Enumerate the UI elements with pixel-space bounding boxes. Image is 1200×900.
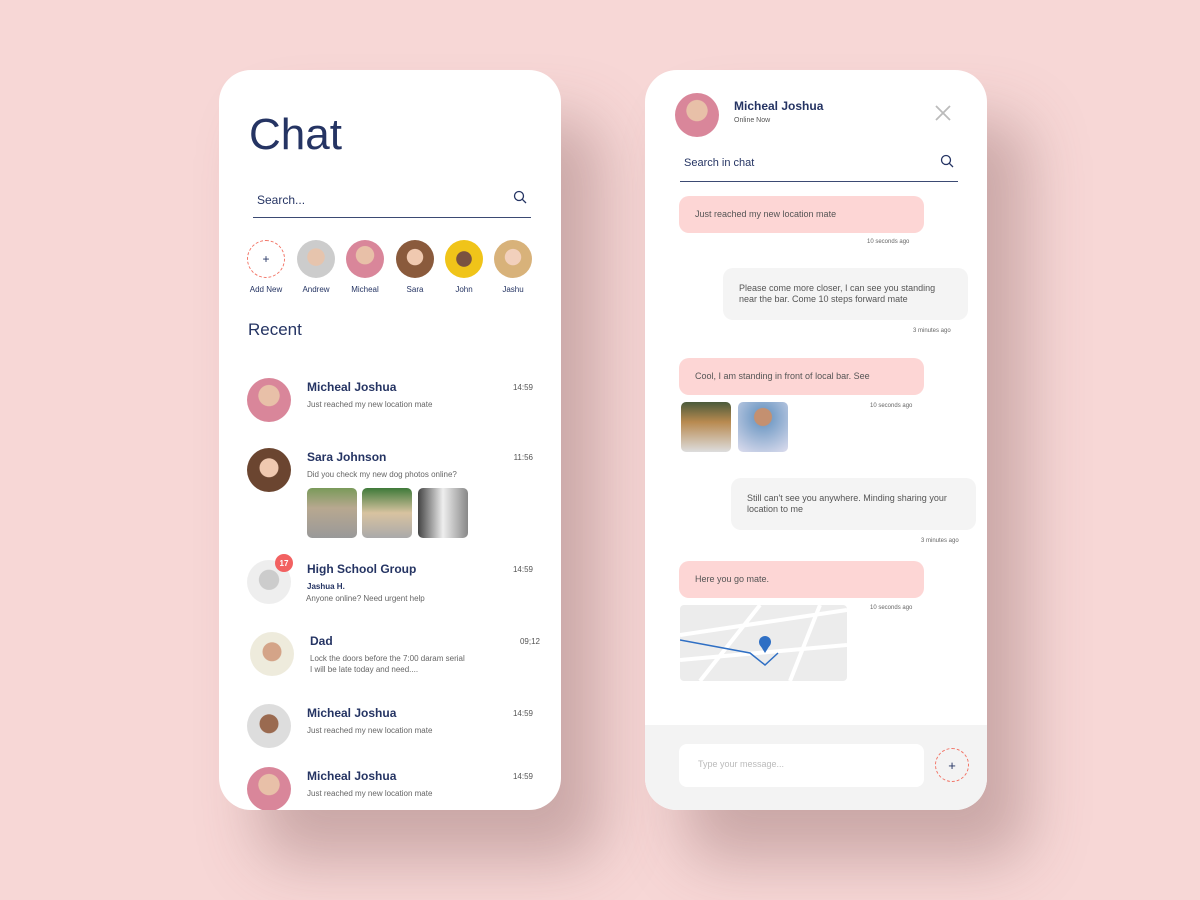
avatar bbox=[247, 378, 291, 422]
selfie-photo[interactable] bbox=[738, 402, 788, 452]
conversation-item[interactable]: Sara Johnson 11:56 Did you check my new d… bbox=[247, 448, 537, 540]
avatar bbox=[247, 767, 291, 810]
story-add-new[interactable]: + Add New bbox=[246, 240, 286, 294]
message-preview: Anyone online? Need urgent help bbox=[306, 594, 425, 603]
preview-line: I will be late today and need.... bbox=[310, 665, 419, 674]
message-text: Please come more closer, I can see you s… bbox=[739, 283, 936, 304]
message-bubble-received: Still can't see you anywhere. Minding sh… bbox=[731, 478, 976, 530]
dog-photo[interactable] bbox=[307, 488, 357, 538]
message-input[interactable]: Type your message... bbox=[679, 744, 924, 787]
conversation-item[interactable]: 17 High School Group 14:59 Jashua H. Anyo… bbox=[247, 554, 537, 610]
page-title: Chat bbox=[249, 110, 342, 159]
sender-name: Jashua H. bbox=[307, 582, 345, 591]
avatar bbox=[396, 240, 434, 278]
location-map[interactable] bbox=[680, 605, 847, 681]
add-attachment-button[interactable]: + bbox=[935, 748, 969, 782]
message-bubble-received: Please come more closer, I can see you s… bbox=[723, 268, 968, 320]
message-preview: Just reached my new location mate bbox=[307, 789, 433, 798]
search-icon[interactable] bbox=[513, 190, 527, 204]
avatar bbox=[250, 632, 294, 676]
time: 14:59 bbox=[512, 565, 533, 574]
avatar bbox=[247, 448, 291, 492]
contact-name: Micheal Joshua bbox=[307, 706, 397, 720]
message-text: Just reached my new location mate bbox=[695, 209, 837, 219]
dog-photo[interactable] bbox=[418, 488, 468, 538]
message-text: Still can't see you anywhere. Minding sh… bbox=[747, 493, 947, 514]
avatar bbox=[346, 240, 384, 278]
message-bubble-sent: Just reached my new location mate bbox=[679, 196, 924, 233]
avatar bbox=[445, 240, 483, 278]
message-time: 3 minutes ago bbox=[913, 328, 951, 334]
message-preview: Just reached my new location mate bbox=[307, 400, 433, 409]
time: 09;12 bbox=[519, 637, 540, 646]
conversation-item[interactable]: Micheal Joshua 14:59 Just reached my new … bbox=[247, 704, 537, 754]
message-time: 10 seconds ago bbox=[870, 605, 913, 611]
search-placeholder: Search in chat bbox=[684, 157, 755, 169]
message-preview: Just reached my new location mate bbox=[307, 726, 433, 735]
contact-avatar bbox=[675, 93, 719, 137]
time: 11:56 bbox=[513, 453, 533, 462]
contact-name: Micheal Joshua bbox=[734, 99, 824, 113]
avatar bbox=[297, 240, 335, 278]
conversation-item[interactable]: Micheal Joshua 14:59 Just reached my new … bbox=[247, 767, 537, 810]
plus-icon: + bbox=[948, 757, 956, 773]
story-label: Jashu bbox=[502, 285, 524, 294]
story-john[interactable]: John bbox=[444, 240, 484, 294]
contact-name: Sara Johnson bbox=[307, 450, 387, 464]
avatar bbox=[247, 704, 291, 748]
contact-name: High School Group bbox=[307, 562, 417, 576]
online-status: Online Now bbox=[734, 117, 771, 124]
message-text: Here you go mate. bbox=[695, 574, 770, 584]
conversation-item[interactable]: Dad 09;12 Lock the doors before the 7:00 … bbox=[247, 632, 540, 682]
conversation-screen: Micheal Joshua Online Now Search in chat… bbox=[645, 70, 987, 810]
recent-heading: Recent bbox=[248, 320, 302, 339]
time: 14:59 bbox=[512, 383, 533, 392]
time: 14:59 bbox=[512, 709, 533, 718]
contact-name: Micheal Joshua bbox=[307, 769, 397, 783]
conversation-item[interactable]: Micheal Joshua 14:59 Just reached my new … bbox=[247, 378, 537, 428]
avatar bbox=[494, 240, 532, 278]
message-time: 3 minutes ago bbox=[921, 538, 959, 544]
search-input[interactable]: Search... bbox=[253, 188, 531, 218]
unread-badge: 17 bbox=[275, 554, 293, 572]
bar-photo[interactable] bbox=[681, 402, 731, 452]
message-time: 10 seconds ago bbox=[870, 403, 913, 409]
story-andrew[interactable]: Andrew bbox=[296, 240, 336, 294]
time: 14:59 bbox=[512, 772, 533, 781]
story-jashu[interactable]: Jashu bbox=[493, 240, 533, 294]
message-preview: Lock the doors before the 7:00 daram ser… bbox=[310, 653, 530, 675]
plus-icon: + bbox=[247, 240, 285, 278]
message-time: 10 seconds ago bbox=[867, 239, 910, 245]
preview-line: Lock the doors before the 7:00 daram ser… bbox=[310, 654, 465, 663]
message-bubble-sent: Cool, I am standing in front of local ba… bbox=[679, 358, 924, 395]
chat-list-screen: Chat Search... + Add New Andrew Micheal S… bbox=[219, 70, 561, 810]
dog-photo[interactable] bbox=[362, 488, 412, 538]
story-micheal[interactable]: Micheal bbox=[345, 240, 385, 294]
close-icon[interactable] bbox=[934, 104, 952, 122]
chat-search-input[interactable]: Search in chat bbox=[680, 152, 958, 182]
message-composer: Type your message... + bbox=[645, 725, 987, 810]
search-placeholder: Search... bbox=[257, 193, 306, 207]
contact-name: Micheal Joshua bbox=[307, 380, 397, 394]
message-preview: Did you check my new dog photos online? bbox=[307, 470, 457, 479]
contact-name: Dad bbox=[310, 634, 333, 648]
message-text: Cool, I am standing in front of local ba… bbox=[695, 371, 870, 381]
message-bubble-sent: Here you go mate. bbox=[679, 561, 924, 598]
story-sara[interactable]: Sara bbox=[395, 240, 435, 294]
search-icon[interactable] bbox=[940, 154, 954, 168]
